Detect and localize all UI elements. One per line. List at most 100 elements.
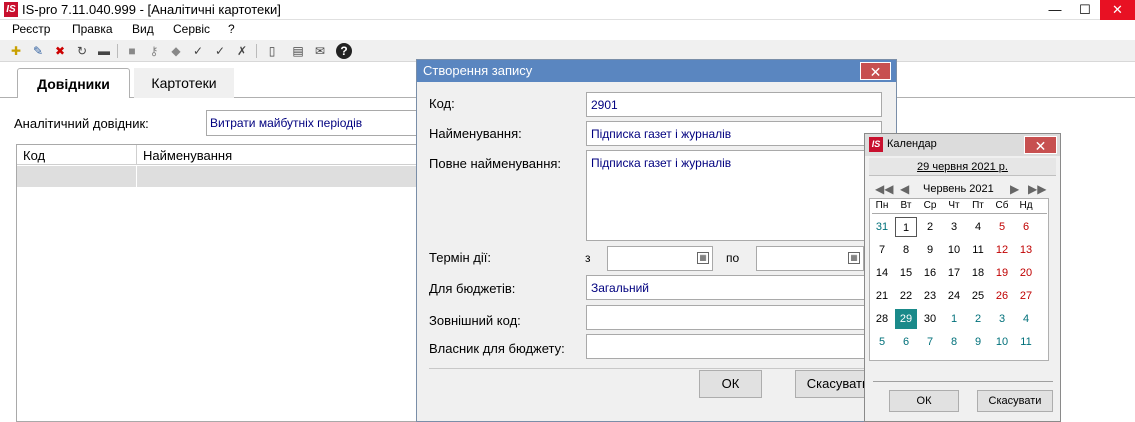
maximize-button[interactable]: ☐: [1070, 0, 1100, 20]
menu-view[interactable]: Вид: [132, 22, 154, 36]
calendar-day[interactable]: 15: [895, 263, 917, 283]
calendar-day[interactable]: 19: [991, 263, 1013, 283]
name-field[interactable]: Підписка газет і журналів: [586, 121, 882, 146]
calendar-day[interactable]: 31: [871, 217, 893, 237]
previous-year-icon[interactable]: ◀◀: [875, 181, 893, 197]
calendar-day[interactable]: 8: [943, 332, 965, 352]
analytic-directory-field[interactable]: Витрати майбутніх періодів: [206, 110, 421, 136]
calendar-close-button[interactable]: ✕: [1024, 136, 1057, 154]
calendar-day[interactable]: 20: [1015, 263, 1037, 283]
menu-edit[interactable]: Правка: [72, 22, 113, 36]
calendar-day[interactable]: 2: [919, 217, 941, 237]
dialog-close-button[interactable]: ✕: [860, 62, 891, 80]
calendar-day[interactable]: 21: [871, 286, 893, 306]
next-year-icon[interactable]: ▶▶: [1028, 181, 1046, 197]
document-icon[interactable]: ▤: [290, 43, 306, 59]
calendar-day[interactable]: 1: [943, 309, 965, 329]
calendar-icon[interactable]: ▦: [848, 252, 860, 264]
calendar-title: Календар: [887, 138, 937, 150]
calendar-day[interactable]: 25: [967, 286, 989, 306]
calendar-day[interactable]: 6: [1015, 217, 1037, 237]
calendar-day[interactable]: 22: [895, 286, 917, 306]
calendar-day[interactable]: 11: [1015, 332, 1037, 352]
term-from-field[interactable]: ▦: [607, 246, 713, 271]
column-header-name[interactable]: Найменування: [143, 148, 232, 163]
next-month-icon[interactable]: ▶: [1010, 181, 1019, 197]
calendar-day[interactable]: 10: [943, 240, 965, 260]
calendar-day[interactable]: 4: [1015, 309, 1037, 329]
calendar-day[interactable]: 28: [871, 309, 893, 329]
table-row[interactable]: [17, 166, 425, 187]
term-to-field[interactable]: ▦: [756, 246, 864, 271]
calendar-day[interactable]: 5: [991, 217, 1013, 237]
calendar-day[interactable]: 24: [943, 286, 965, 306]
toolbar-separator: [256, 44, 257, 58]
menu-service[interactable]: Сервіс: [173, 22, 210, 36]
calendar-popup: IS Календар ✕ 29 червня 2021 р. ◀◀ ◀ Чер…: [864, 133, 1061, 422]
previous-month-icon[interactable]: ◀: [900, 181, 909, 197]
full-name-field[interactable]: Підписка газет і журналів: [586, 150, 882, 241]
tag-icon[interactable]: ◆: [168, 43, 184, 59]
calendar-day[interactable]: 5: [871, 332, 893, 352]
calendar-day[interactable]: 2: [967, 309, 989, 329]
calendar-cancel-button[interactable]: Скасувати: [977, 390, 1053, 412]
minimize-button[interactable]: —: [1040, 0, 1070, 20]
calendar-day[interactable]: 9: [919, 240, 941, 260]
menu-help[interactable]: ?: [228, 22, 235, 36]
refresh-icon[interactable]: ↻: [74, 43, 90, 59]
calendar-day[interactable]: 8: [895, 240, 917, 260]
calendar-day[interactable]: 18: [967, 263, 989, 283]
column-divider: [136, 166, 137, 187]
new-record-icon[interactable]: ✚: [8, 43, 24, 59]
help-icon[interactable]: ?: [336, 43, 352, 59]
calendar-day[interactable]: 3: [943, 217, 965, 237]
budgets-field[interactable]: Загальний: [586, 275, 882, 300]
calendar-ok-button[interactable]: ОК: [889, 390, 959, 412]
delete-record-icon[interactable]: ✖: [52, 43, 68, 59]
calendar-grid: Пн Вт Ср Чт Пт Сб Нд 31 1 2 3 4 5 6 7 8 9 10 11 12 13 14 15 16…: [869, 198, 1049, 361]
tab-cards[interactable]: Картотеки: [134, 68, 234, 98]
book-icon[interactable]: ▯: [264, 43, 280, 59]
calendar-day[interactable]: 30: [919, 309, 941, 329]
mail-icon[interactable]: ✉: [312, 43, 328, 59]
calendar-day[interactable]: 17: [943, 263, 965, 283]
key-icon[interactable]: ⚷: [146, 43, 162, 59]
calendar-day[interactable]: 6: [895, 332, 917, 352]
calendar-icon[interactable]: ▦: [697, 252, 709, 264]
create-record-dialog: Створення запису ✕ Код: 2901 Найменуванн…: [416, 59, 897, 422]
tab-directories[interactable]: Довідники: [17, 68, 130, 98]
calendar-day[interactable]: 1: [895, 217, 917, 237]
calendar-day[interactable]: 16: [919, 263, 941, 283]
owner-field[interactable]: [586, 334, 882, 359]
calendar-day[interactable]: 13: [1015, 240, 1037, 260]
ok-button[interactable]: ОК: [699, 370, 762, 398]
calendar-day[interactable]: 3: [991, 309, 1013, 329]
calendar-day[interactable]: 14: [871, 263, 893, 283]
calendar-divider: [873, 381, 1053, 382]
code-field[interactable]: 2901: [586, 92, 882, 117]
calendar-day[interactable]: 27: [1015, 286, 1037, 306]
weekday-divider: [872, 213, 1047, 214]
check-icon[interactable]: ✓: [190, 43, 206, 59]
calendar-day[interactable]: 12: [991, 240, 1013, 260]
calendar-day[interactable]: 7: [871, 240, 893, 260]
today-link[interactable]: 29 червня 2021 р.: [869, 158, 1056, 176]
calendar-day[interactable]: 10: [991, 332, 1013, 352]
menu-registry[interactable]: Реєстр: [12, 22, 50, 36]
calendar-day[interactable]: 29: [895, 309, 917, 329]
edit-record-icon[interactable]: ✎: [30, 43, 46, 59]
print-icon[interactable]: ▬: [96, 43, 112, 59]
calendar-day[interactable]: 23: [919, 286, 941, 306]
column-header-code[interactable]: Код: [23, 148, 45, 163]
table-header: Код Найменування: [17, 145, 425, 165]
calendar-day[interactable]: 4: [967, 217, 989, 237]
comment-icon[interactable]: ■: [124, 43, 140, 59]
uncheck-icon[interactable]: ✗: [234, 43, 250, 59]
calendar-day[interactable]: 9: [967, 332, 989, 352]
calendar-day[interactable]: 26: [991, 286, 1013, 306]
external-code-field[interactable]: [586, 305, 882, 330]
calendar-day[interactable]: 7: [919, 332, 941, 352]
calendar-day[interactable]: 11: [967, 240, 989, 260]
check-all-icon[interactable]: ✓: [212, 43, 228, 59]
window-close-button[interactable]: ✕: [1100, 0, 1135, 20]
